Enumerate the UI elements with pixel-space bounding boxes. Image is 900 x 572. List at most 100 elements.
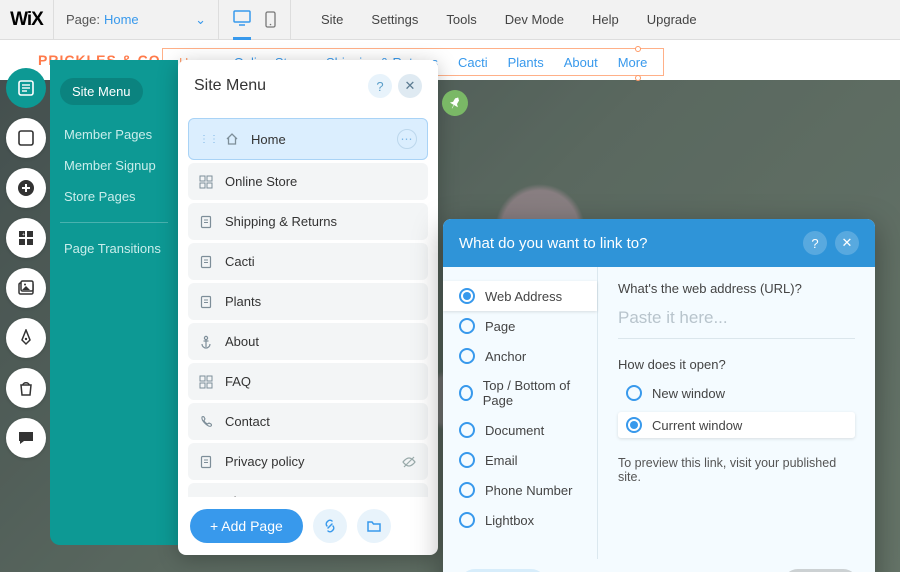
menu-item-label: Plants — [225, 294, 261, 309]
radio-icon — [459, 422, 475, 438]
radio-icon — [459, 385, 473, 401]
nav-about[interactable]: About — [554, 55, 608, 70]
menu-upgrade[interactable]: Upgrade — [647, 12, 697, 27]
link-type-web-address[interactable]: Web Address — [443, 281, 597, 311]
menu-settings[interactable]: Settings — [371, 12, 418, 27]
radio-icon — [459, 512, 475, 528]
menu-item-contact[interactable]: Contact — [188, 403, 428, 440]
nav-plants[interactable]: Plants — [498, 55, 554, 70]
page-selector[interactable]: Page: Home ⌄ — [54, 0, 219, 40]
menu-item-about[interactable]: About — [188, 323, 428, 360]
background-icon[interactable] — [6, 118, 46, 158]
sidepanel-member-pages[interactable]: Member Pages — [60, 119, 168, 150]
open-option-current-window[interactable]: Current window — [618, 412, 855, 438]
radio-icon — [459, 318, 475, 334]
help-icon[interactable]: ? — [368, 74, 392, 98]
tool-rail: + — [6, 68, 48, 458]
link-type-document[interactable]: Document — [443, 415, 597, 445]
menu-item-label: Cacti — [225, 254, 255, 269]
desktop-icon[interactable] — [233, 0, 251, 40]
link-type-label: Web Address — [485, 289, 562, 304]
preview-hint: To preview this link, visit your publish… — [618, 456, 855, 484]
menu-item-shop[interactable]: Shop — [188, 483, 428, 497]
link-type-label: Page — [485, 319, 515, 334]
hidden-icon — [401, 455, 417, 469]
wix-logo[interactable]: WiX — [0, 0, 54, 40]
menu-item-cacti[interactable]: Cacti — [188, 243, 428, 280]
link-type-label: Top / Bottom of Page — [483, 378, 581, 408]
url-question: What's the web address (URL)? — [618, 281, 855, 296]
link-type-phone-number[interactable]: Phone Number — [443, 475, 597, 505]
link-type-label: Email — [485, 453, 518, 468]
help-icon[interactable]: ? — [803, 231, 827, 255]
menu-item-label: About — [225, 334, 259, 349]
menu-help[interactable]: Help — [592, 12, 619, 27]
nav-more[interactable]: More — [608, 55, 658, 70]
pages-sidepanel: Site Menu Member Pages Member Signup Sto… — [50, 60, 178, 545]
open-option-label: New window — [652, 386, 725, 401]
link-type-label: Document — [485, 423, 544, 438]
radio-icon — [626, 417, 642, 433]
sidepanel-active[interactable]: Site Menu — [60, 78, 143, 105]
resize-handle[interactable] — [635, 75, 641, 81]
close-icon[interactable]: ✕ — [398, 74, 422, 98]
panel-title: Site Menu — [194, 77, 266, 95]
menu-item-home[interactable]: ⋮⋮ Home ⋯ — [188, 118, 428, 160]
sidepanel-store-pages[interactable]: Store Pages — [60, 181, 168, 212]
radio-icon — [626, 385, 642, 401]
menu-item-shipping-returns[interactable]: Shipping & Returns — [188, 203, 428, 240]
close-icon[interactable]: ✕ — [835, 231, 859, 255]
folder-icon[interactable] — [357, 509, 391, 543]
menu-item-online-store[interactable]: Online Store — [188, 163, 428, 200]
mobile-icon[interactable] — [265, 11, 276, 28]
radio-icon — [459, 482, 475, 498]
doc-icon — [199, 295, 215, 309]
sidepanel-transitions[interactable]: Page Transitions — [60, 233, 168, 264]
menu-item-label: Privacy policy — [225, 454, 304, 469]
menu-devmode[interactable]: Dev Mode — [505, 12, 564, 27]
link-type-label: Phone Number — [485, 483, 572, 498]
sidepanel-member-signup[interactable]: Member Signup — [60, 150, 168, 181]
doc-icon — [199, 455, 215, 469]
pages-icon[interactable] — [6, 68, 46, 108]
radio-icon — [459, 348, 475, 364]
store-icon[interactable] — [6, 368, 46, 408]
link-type-anchor[interactable]: Anchor — [443, 341, 597, 371]
radio-icon — [459, 288, 475, 304]
menu-site[interactable]: Site — [321, 12, 343, 27]
link-type-page[interactable]: Page — [443, 311, 597, 341]
menu-item-faq[interactable]: FAQ — [188, 363, 428, 400]
open-option-new-window[interactable]: New window — [618, 380, 855, 406]
page-name: Home — [104, 12, 139, 27]
menu-item-label: Shipping & Returns — [225, 214, 337, 229]
apps-icon[interactable]: + — [6, 218, 46, 258]
link-type-lightbox[interactable]: Lightbox — [443, 505, 597, 535]
link-type-email[interactable]: Email — [443, 445, 597, 475]
more-icon[interactable]: ⋯ — [397, 129, 417, 149]
media-icon[interactable] — [6, 268, 46, 308]
site-menu-panel: Site Menu ? ✕ ⋮⋮ Home ⋯ Online Store Shippin… — [178, 60, 438, 555]
link-type-label: Lightbox — [485, 513, 534, 528]
pen-icon[interactable] — [6, 318, 46, 358]
link-type-top-bottom-of-page[interactable]: Top / Bottom of Page — [443, 371, 597, 415]
menu-item-label: Home — [251, 132, 286, 147]
url-input[interactable]: Paste it here... — [618, 304, 855, 339]
menu-item-plants[interactable]: Plants — [188, 283, 428, 320]
menu-item-label: Online Store — [225, 174, 297, 189]
link-icon[interactable] — [313, 509, 347, 543]
grid-icon — [199, 375, 215, 389]
anchor-icon — [199, 335, 215, 349]
menu-tools[interactable]: Tools — [446, 12, 476, 27]
add-icon[interactable] — [6, 168, 46, 208]
add-page-button[interactable]: + Add Page — [190, 509, 303, 543]
chat-icon[interactable] — [6, 418, 46, 458]
resize-handle[interactable] — [635, 46, 641, 52]
nav-cacti[interactable]: Cacti — [448, 55, 498, 70]
menu-item-privacy-policy[interactable]: Privacy policy — [188, 443, 428, 480]
radio-icon — [459, 452, 475, 468]
grid-icon — [199, 175, 215, 189]
svg-text:+: + — [22, 232, 25, 238]
open-question: How does it open? — [618, 357, 855, 372]
link-type-label: Anchor — [485, 349, 526, 364]
drag-icon: ⋮⋮ — [199, 134, 219, 145]
